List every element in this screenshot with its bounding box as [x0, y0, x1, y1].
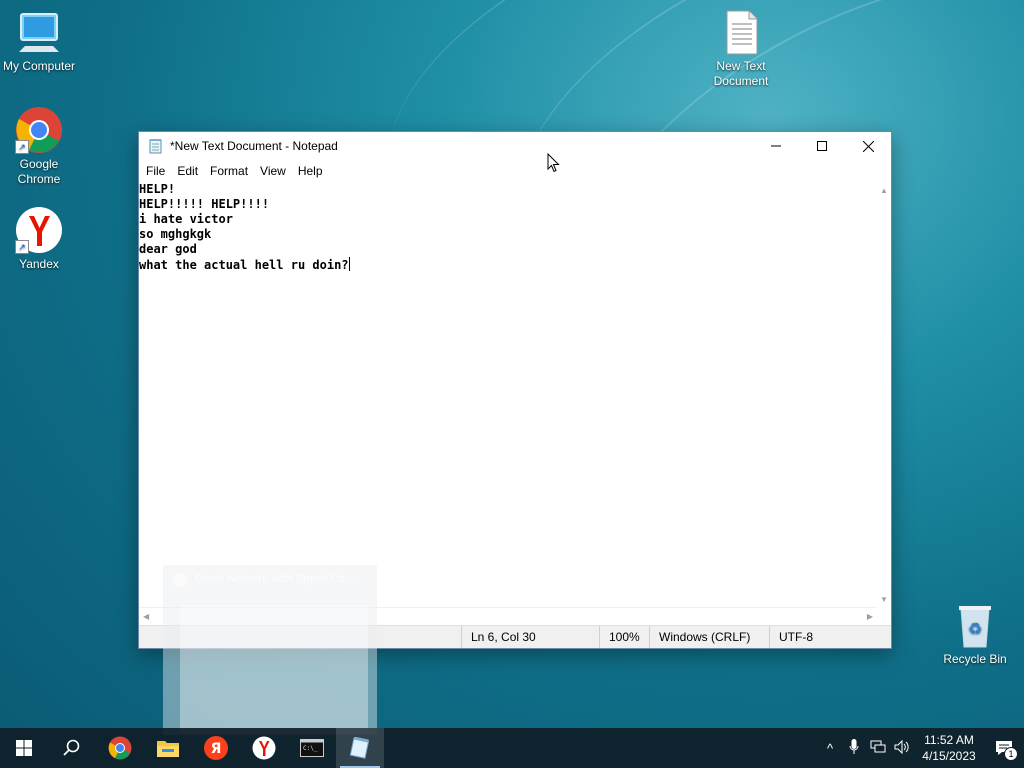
maximize-icon — [817, 141, 827, 151]
window-title: *New Text Document - Notepad — [170, 139, 338, 153]
vertical-scrollbar[interactable]: ▲ ▼ — [877, 182, 891, 608]
scroll-down-icon[interactable]: ▼ — [880, 595, 888, 604]
desktop-icon-label: Google Chrome — [17, 157, 61, 186]
clock-date: 4/15/2023 — [922, 749, 976, 763]
close-icon — [862, 140, 874, 152]
chrome-icon: ↗ — [15, 106, 63, 154]
menu-help[interactable]: Help — [292, 160, 329, 182]
menu-format[interactable]: Format — [204, 160, 254, 182]
start-icon — [16, 740, 32, 756]
notepad-icon — [148, 138, 164, 154]
text-line: what the actual hell ru doin? — [139, 258, 349, 272]
thumbnail-title: Ommi Network With Speed Co... — [195, 573, 354, 585]
scroll-left-icon[interactable]: ◀ — [143, 612, 149, 621]
desktop-icon-my-computer[interactable]: My Computer — [0, 8, 79, 74]
status-encoding: UTF-8 — [769, 626, 879, 648]
svg-text:♻: ♻ — [968, 619, 982, 638]
text-line: HELP! — [139, 182, 176, 196]
status-line-ending: Windows (CRLF) — [649, 626, 769, 648]
network-icon[interactable] — [866, 740, 890, 757]
taskbar: Я C:\_ ^ 11:52 AM 4/15/2023 1 — [0, 728, 1024, 768]
recycle-bin-icon: ♻ — [951, 601, 999, 649]
taskbar-yandex-browser[interactable]: Я — [192, 728, 240, 768]
desktop-icon-recycle-bin[interactable]: ♻ Recycle Bin — [935, 601, 1015, 667]
menu-edit[interactable]: Edit — [171, 160, 204, 182]
notification-badge: 1 — [1004, 747, 1018, 761]
desktop-icon-google-chrome[interactable]: ↗ Google Chrome — [0, 106, 79, 187]
svg-text:Я: Я — [211, 741, 222, 757]
file-explorer-icon — [157, 741, 179, 757]
chrome-icon — [108, 736, 132, 760]
text-line: i hate victor — [139, 212, 233, 226]
thumbnail-image — [180, 605, 368, 733]
desktop-icon-label: Recycle Bin — [943, 652, 1007, 666]
action-center-button[interactable]: 1 — [984, 728, 1024, 768]
desktop-icon-new-text-document[interactable]: New Text Document — [701, 8, 781, 89]
svg-text:C:\_: C:\_ — [303, 745, 318, 752]
yandex-browser-icon: ↗ — [15, 206, 63, 254]
desktop-icon-yandex[interactable]: ↗ Yandex — [0, 206, 79, 272]
search-button[interactable] — [48, 728, 96, 768]
status-position: Ln 6, Col 30 — [461, 626, 601, 648]
taskbar-yandex[interactable] — [240, 728, 288, 768]
text-line: dear god — [139, 242, 197, 256]
title-bar[interactable]: *New Text Document - Notepad — [139, 132, 891, 160]
clock-time: 11:52 AM — [924, 733, 974, 747]
text-line: so mghgkgk — [139, 227, 212, 241]
shortcut-arrow-icon: ↗ — [15, 140, 29, 154]
text-editor[interactable]: HELP! HELP!!!!! HELP!!!! i hate victor so m… — [139, 182, 877, 608]
menu-bar: File Edit Format View Help — [139, 160, 891, 182]
mouse-cursor-icon — [547, 153, 560, 173]
text-line: HELP!!!!! HELP!!!! — [139, 197, 270, 211]
menu-file[interactable]: File — [140, 160, 171, 182]
desktop-icon-label: My Computer — [2, 59, 76, 73]
volume-icon[interactable] — [890, 739, 914, 757]
start-button[interactable] — [0, 728, 48, 768]
text-caret — [348, 257, 350, 271]
clock[interactable]: 11:52 AM 4/15/2023 — [914, 732, 984, 764]
system-tray: ^ 11:52 AM 4/15/2023 1 — [818, 728, 1024, 768]
menu-view[interactable]: View — [254, 160, 292, 182]
minimize-icon — [771, 145, 781, 147]
taskbar-notepad[interactable] — [336, 728, 384, 768]
yandex-icon — [252, 736, 276, 760]
taskbar-terminal[interactable]: C:\_ — [288, 728, 336, 768]
taskbar-file-explorer[interactable] — [144, 728, 192, 768]
taskbar-thumbnail-preview[interactable]: Ommi Network With Speed Co... — [163, 565, 377, 735]
scroll-right-icon[interactable]: ▶ — [867, 612, 873, 621]
scroll-up-icon[interactable]: ▲ — [880, 186, 888, 195]
desktop-icon-label: New Text Document — [713, 59, 769, 88]
yandex-browser-icon: Я — [204, 736, 228, 760]
desktop-icon-label: Yandex — [19, 257, 59, 271]
terminal-icon: C:\_ — [300, 739, 324, 757]
close-button[interactable] — [845, 132, 891, 160]
computer-icon — [15, 8, 63, 56]
status-zoom: 100% — [599, 626, 651, 648]
yandex-icon — [173, 573, 187, 587]
shortcut-arrow-icon: ↗ — [15, 240, 29, 254]
maximize-button[interactable] — [799, 132, 845, 160]
microphone-icon[interactable] — [842, 738, 866, 758]
show-hidden-icons-icon[interactable]: ^ — [818, 741, 842, 756]
search-icon — [63, 739, 80, 756]
minimize-button[interactable] — [753, 132, 799, 160]
taskbar-chrome[interactable] — [96, 728, 144, 768]
notepad-icon — [349, 737, 370, 759]
text-file-icon — [717, 8, 765, 56]
